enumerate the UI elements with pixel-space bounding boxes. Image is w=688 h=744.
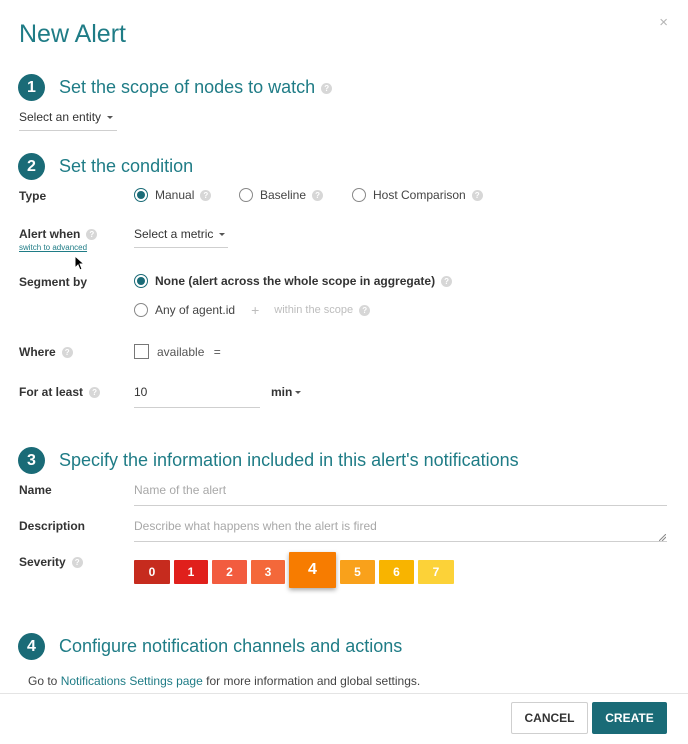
segment-radio-any[interactable]: Any of agent.id + within the scope ?: [134, 302, 371, 318]
description-textarea[interactable]: [134, 519, 667, 542]
where-field: available =: [157, 345, 221, 359]
radio-label: Baseline: [260, 188, 307, 202]
step-scope: 1 Set the scope of nodes to watch?: [18, 74, 333, 101]
notification-settings-text: Go to Notifications Settings page for mo…: [28, 674, 420, 688]
alert-when-text: Alert when: [19, 227, 81, 241]
alert-name-input[interactable]: [134, 483, 667, 506]
help-icon[interactable]: ?: [89, 387, 101, 399]
radio-button[interactable]: [134, 188, 148, 202]
within-scope-text: within the scope: [274, 304, 354, 316]
type-radio-host-comparison[interactable]: Host Comparison ?: [352, 188, 483, 202]
segment-radio-none[interactable]: None (alert across the whole scope in ag…: [134, 274, 453, 288]
step-channels: 4 Configure notification channels and ac…: [18, 633, 402, 660]
type-radio-baseline[interactable]: Baseline ?: [239, 188, 324, 202]
name-label: Name: [19, 483, 52, 497]
radio-label: Host Comparison: [373, 188, 466, 202]
step-title: Set the scope of nodes to watch?: [59, 77, 333, 98]
severity-4-button[interactable]: 4: [289, 552, 336, 588]
radio-label: None (alert across the whole scope in ag…: [155, 274, 436, 288]
severity-0-button[interactable]: 0: [134, 560, 170, 584]
step-title: Specify the information included in this…: [59, 450, 519, 470]
step-condition: 2 Set the condition: [18, 153, 193, 180]
segment-by-label: Segment by: [19, 275, 88, 289]
radio-label: Manual: [155, 188, 195, 202]
step-number: 3: [18, 447, 45, 474]
step-title: Configure notification channels and acti…: [59, 636, 403, 656]
help-icon[interactable]: ?: [71, 557, 83, 569]
radio-button[interactable]: [352, 188, 366, 202]
step-number: 2: [18, 153, 45, 180]
cancel-button[interactable]: CANCEL: [511, 702, 588, 734]
step-title-text: Set the scope of nodes to watch: [59, 77, 316, 97]
unit-select-value: min: [271, 385, 293, 399]
step-number: 1: [18, 74, 45, 101]
where-label: Where?: [19, 345, 73, 359]
severity-6-button[interactable]: 6: [379, 560, 414, 584]
entity-select[interactable]: Select an entity: [19, 110, 117, 131]
where-checkbox[interactable]: [134, 344, 149, 359]
notifications-settings-link[interactable]: Notifications Settings page: [61, 674, 203, 688]
where-field-name: available: [157, 345, 205, 359]
help-icon[interactable]: ?: [86, 229, 98, 241]
dialog-title: New Alert: [19, 20, 126, 48]
step-number: 4: [18, 633, 45, 660]
where-text: Where: [19, 345, 56, 359]
notif-prefix: Go to: [28, 674, 61, 688]
for-at-least-label: For at least?: [19, 385, 101, 399]
description-label: Description: [19, 519, 86, 533]
where-operator: =: [213, 345, 221, 359]
help-icon[interactable]: ?: [441, 275, 453, 287]
caret-down-icon: [219, 233, 226, 237]
type-radio-manual[interactable]: Manual ?: [134, 188, 212, 202]
radio-button[interactable]: [239, 188, 253, 202]
duration-input[interactable]: [134, 385, 260, 408]
help-icon[interactable]: ?: [200, 189, 212, 201]
notif-suffix: for more information and global settings…: [202, 674, 421, 688]
duration-unit-select[interactable]: min: [271, 385, 302, 399]
type-label: Type: [19, 189, 47, 203]
radio-button[interactable]: [134, 274, 148, 288]
switch-to-advanced-link[interactable]: switch to advanced: [19, 243, 87, 252]
severity-2-button[interactable]: 2: [212, 560, 247, 584]
step-notification-info: 3 Specify the information included in th…: [18, 447, 519, 474]
help-icon[interactable]: ?: [321, 82, 333, 94]
severity-7-button[interactable]: 7: [418, 560, 454, 584]
radio-label: Any of agent.id: [155, 303, 236, 317]
entity-select-value: Select an entity: [19, 110, 102, 124]
create-button[interactable]: CREATE: [592, 702, 667, 734]
severity-1-button[interactable]: 1: [174, 560, 208, 584]
help-icon[interactable]: ?: [359, 304, 371, 316]
metric-select-value: Select a metric: [134, 227, 214, 241]
severity-text: Severity: [19, 555, 66, 569]
add-segment-icon[interactable]: +: [251, 302, 259, 318]
for-at-least-text: For at least: [19, 385, 84, 399]
new-alert-dialog: × New Alert 1 Set the scope of nodes to …: [0, 0, 688, 744]
footer-divider: [0, 693, 688, 694]
help-icon[interactable]: ?: [471, 189, 483, 201]
help-icon[interactable]: ?: [61, 347, 73, 359]
step-title: Set the condition: [59, 156, 194, 176]
alert-when-label: Alert when?: [19, 227, 98, 241]
help-icon[interactable]: ?: [312, 189, 324, 201]
severity-5-button[interactable]: 5: [340, 560, 375, 584]
resize-handle-icon[interactable]: [659, 534, 666, 541]
close-icon[interactable]: ×: [659, 14, 668, 31]
caret-down-icon: [107, 116, 114, 120]
severity-3-button[interactable]: 3: [251, 560, 285, 584]
mouse-pointer-icon: [74, 255, 86, 271]
severity-label: Severity?: [19, 555, 83, 569]
radio-button[interactable]: [134, 303, 148, 317]
metric-select[interactable]: Select a metric: [134, 227, 228, 248]
caret-down-icon: [295, 391, 302, 395]
